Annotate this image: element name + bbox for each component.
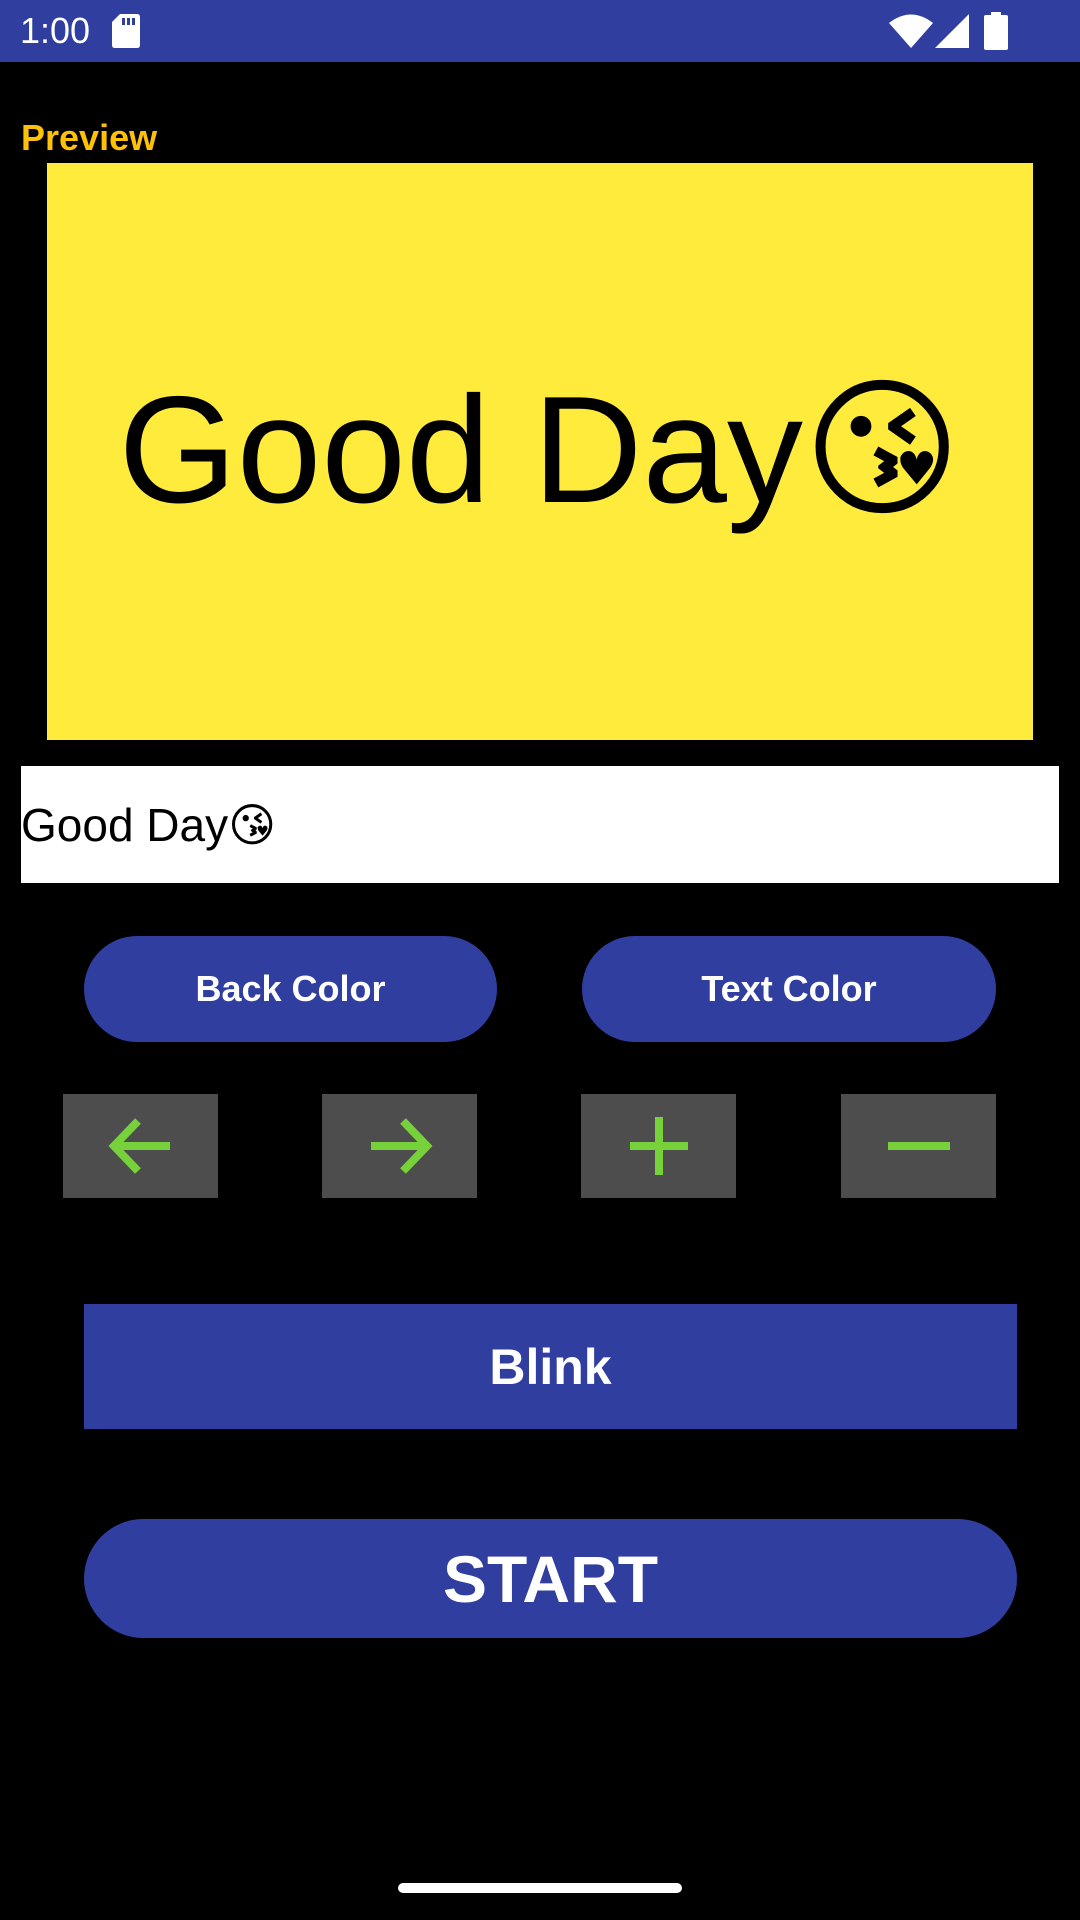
blink-button[interactable]: Blink [84, 1304, 1017, 1429]
preview-text: Good Day😘 [118, 365, 962, 535]
arrow-left-icon [107, 1118, 170, 1174]
home-indicator[interactable] [398, 1883, 682, 1893]
minus-icon [887, 1142, 950, 1150]
text-color-button[interactable]: Text Color [582, 936, 996, 1042]
move-left-button[interactable] [63, 1094, 218, 1198]
battery-icon [984, 12, 1008, 50]
signal-icon [935, 14, 969, 48]
sd-card-icon [112, 14, 140, 48]
status-time: 1:00 [20, 10, 91, 51]
back-color-button[interactable]: Back Color [84, 936, 497, 1042]
wifi-icon [889, 14, 933, 48]
arrow-right-icon [370, 1118, 433, 1174]
decrease-size-button[interactable] [841, 1094, 996, 1198]
move-right-button[interactable] [322, 1094, 477, 1198]
message-input[interactable] [21, 766, 1059, 883]
preview-label: Preview [21, 117, 158, 158]
preview-display: Good Day😘 [47, 163, 1033, 740]
increase-size-button[interactable] [581, 1094, 736, 1198]
plus-icon [629, 1117, 688, 1175]
start-button[interactable]: START [84, 1519, 1017, 1638]
status-bar: 1:00 [0, 0, 1080, 62]
